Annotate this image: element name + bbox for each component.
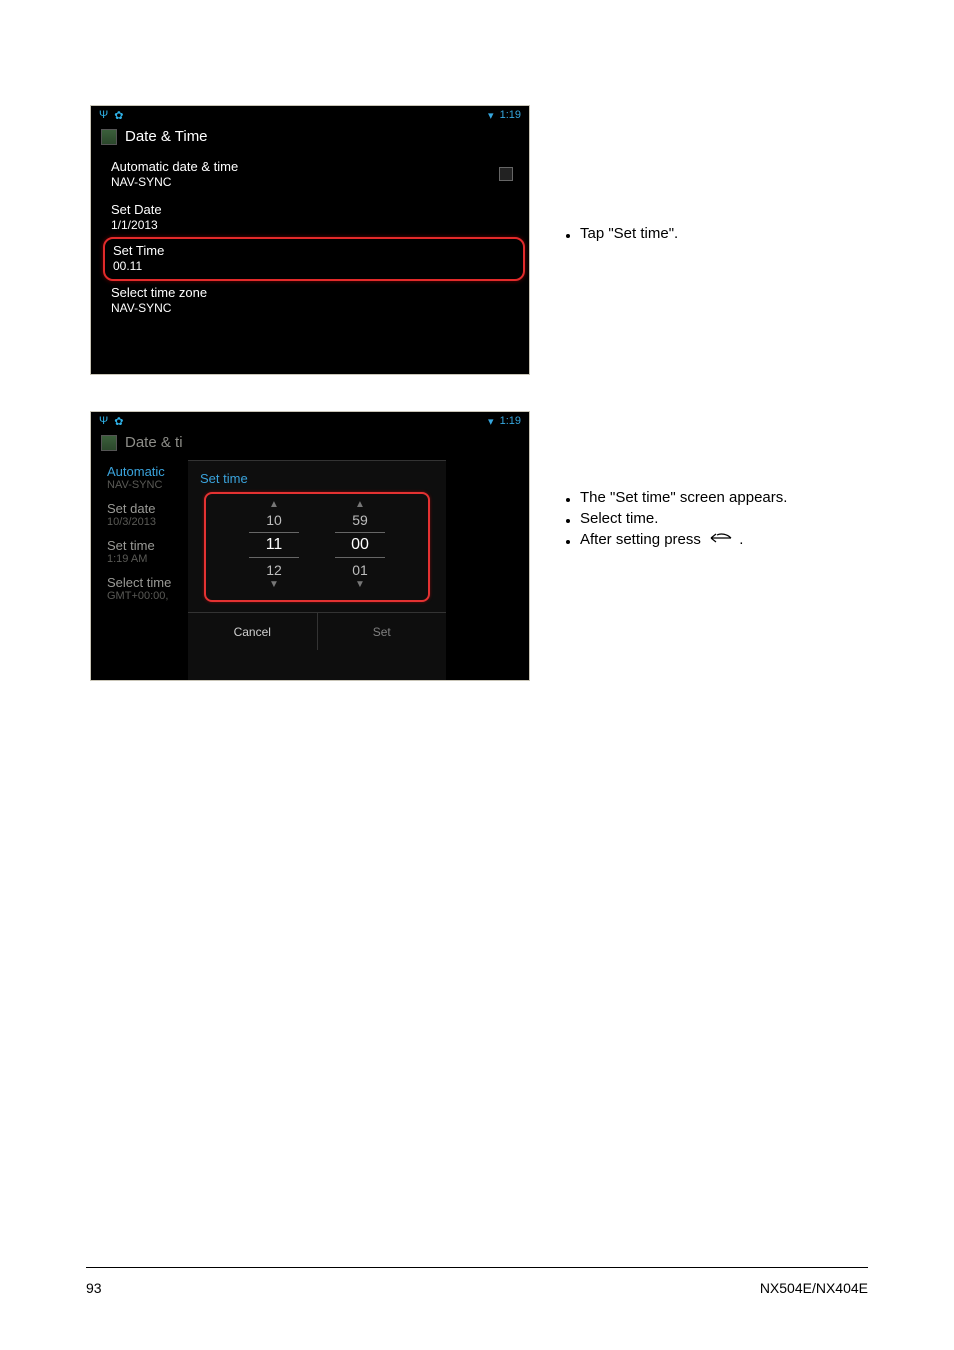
setting-label: Set Date xyxy=(111,202,517,218)
bullet-icon xyxy=(566,498,570,502)
instruction-bullet: Tap "Set time". xyxy=(566,225,860,242)
screen-title-bar: Date & Time xyxy=(91,124,529,151)
back-icon xyxy=(707,531,733,549)
hour-selected: 11 xyxy=(249,532,299,558)
time-picker[interactable]: ▲ 10 11 12 ▼ ▲ 59 00 01 ▼ xyxy=(204,492,430,602)
wifi-icon: ▾ xyxy=(488,109,494,122)
settings-section-icon xyxy=(101,129,117,145)
minute-picker[interactable]: ▲ 59 00 01 ▼ xyxy=(335,500,385,590)
set-time-modal: Set time ▲ 10 11 12 ▼ ▲ 59 00 01 ▼ xyxy=(188,460,446,681)
hour-prev: 10 xyxy=(249,510,299,530)
checkbox-icon[interactable] xyxy=(499,167,513,181)
screen-title-bar: Date & ti xyxy=(91,430,529,457)
instruction-text: Tap "Set time". xyxy=(580,225,678,242)
page-number: 93 xyxy=(86,1280,102,1296)
chevron-up-icon[interactable]: ▲ xyxy=(335,500,385,510)
model-number: NX504E/NX404E xyxy=(760,1280,868,1296)
chevron-down-icon[interactable]: ▼ xyxy=(335,580,385,590)
setting-label: Automatic date & time xyxy=(111,159,517,175)
screenshot-date-time-settings: Ψ ✿ ▾ 1:19 Date & Time Automatic date & … xyxy=(90,105,530,375)
settings-section-icon xyxy=(101,435,117,451)
instruction-text: After setting press . xyxy=(580,531,743,549)
screen-title: Date & ti xyxy=(125,434,183,451)
setting-label: Select time zone xyxy=(111,285,517,301)
minute-selected: 00 xyxy=(335,532,385,558)
chevron-up-icon[interactable]: ▲ xyxy=(249,500,299,510)
setting-automatic-date-time[interactable]: Automatic date & time NAV-SYNC xyxy=(111,153,517,196)
psi-icon: Ψ xyxy=(99,109,108,121)
instruction-text-part: After setting press xyxy=(580,531,705,548)
chevron-down-icon[interactable]: ▼ xyxy=(249,580,299,590)
screen-title: Date & Time xyxy=(125,128,208,145)
gear-icon: ✿ xyxy=(114,415,123,428)
status-time: 1:19 xyxy=(500,415,521,427)
hour-picker[interactable]: ▲ 10 11 12 ▼ xyxy=(249,500,299,590)
status-time: 1:19 xyxy=(500,109,521,121)
instruction-text: Select time. xyxy=(580,510,658,527)
screenshot-set-time-modal: Ψ ✿ ▾ 1:19 Date & ti Automatic NAV-SYNC … xyxy=(90,411,530,681)
instruction-text-part: . xyxy=(739,531,743,548)
modal-title: Set time xyxy=(188,461,446,490)
hour-next: 12 xyxy=(249,560,299,580)
bullet-icon xyxy=(566,540,570,544)
wifi-icon: ▾ xyxy=(488,415,494,428)
gear-icon: ✿ xyxy=(114,109,123,122)
instruction-bullet: Select time. xyxy=(566,510,860,527)
setting-set-time[interactable]: Set Time 00.11 xyxy=(103,237,525,281)
bullet-icon xyxy=(566,234,570,238)
setting-value: 00.11 xyxy=(113,259,515,273)
setting-value: NAV-SYNC xyxy=(111,301,517,315)
set-button[interactable]: Set xyxy=(317,613,447,650)
psi-icon: Ψ xyxy=(99,415,108,427)
instruction-bullet: The "Set time" screen appears. xyxy=(566,489,860,506)
instruction-text: The "Set time" screen appears. xyxy=(580,489,787,506)
minute-prev: 59 xyxy=(335,510,385,530)
setting-label: Set Time xyxy=(113,243,515,259)
status-bar: Ψ ✿ ▾ 1:19 xyxy=(91,106,529,124)
minute-next: 01 xyxy=(335,560,385,580)
setting-value: 1/1/2013 xyxy=(111,218,517,232)
status-bar: Ψ ✿ ▾ 1:19 xyxy=(91,412,529,430)
setting-value: NAV-SYNC xyxy=(111,175,517,189)
instruction-bullet: After setting press . xyxy=(566,531,860,549)
setting-select-time-zone[interactable]: Select time zone NAV-SYNC xyxy=(111,279,517,322)
setting-set-date[interactable]: Set Date 1/1/2013 xyxy=(111,196,517,239)
cancel-button[interactable]: Cancel xyxy=(188,613,317,650)
footer-divider xyxy=(86,1267,868,1268)
bullet-icon xyxy=(566,519,570,523)
